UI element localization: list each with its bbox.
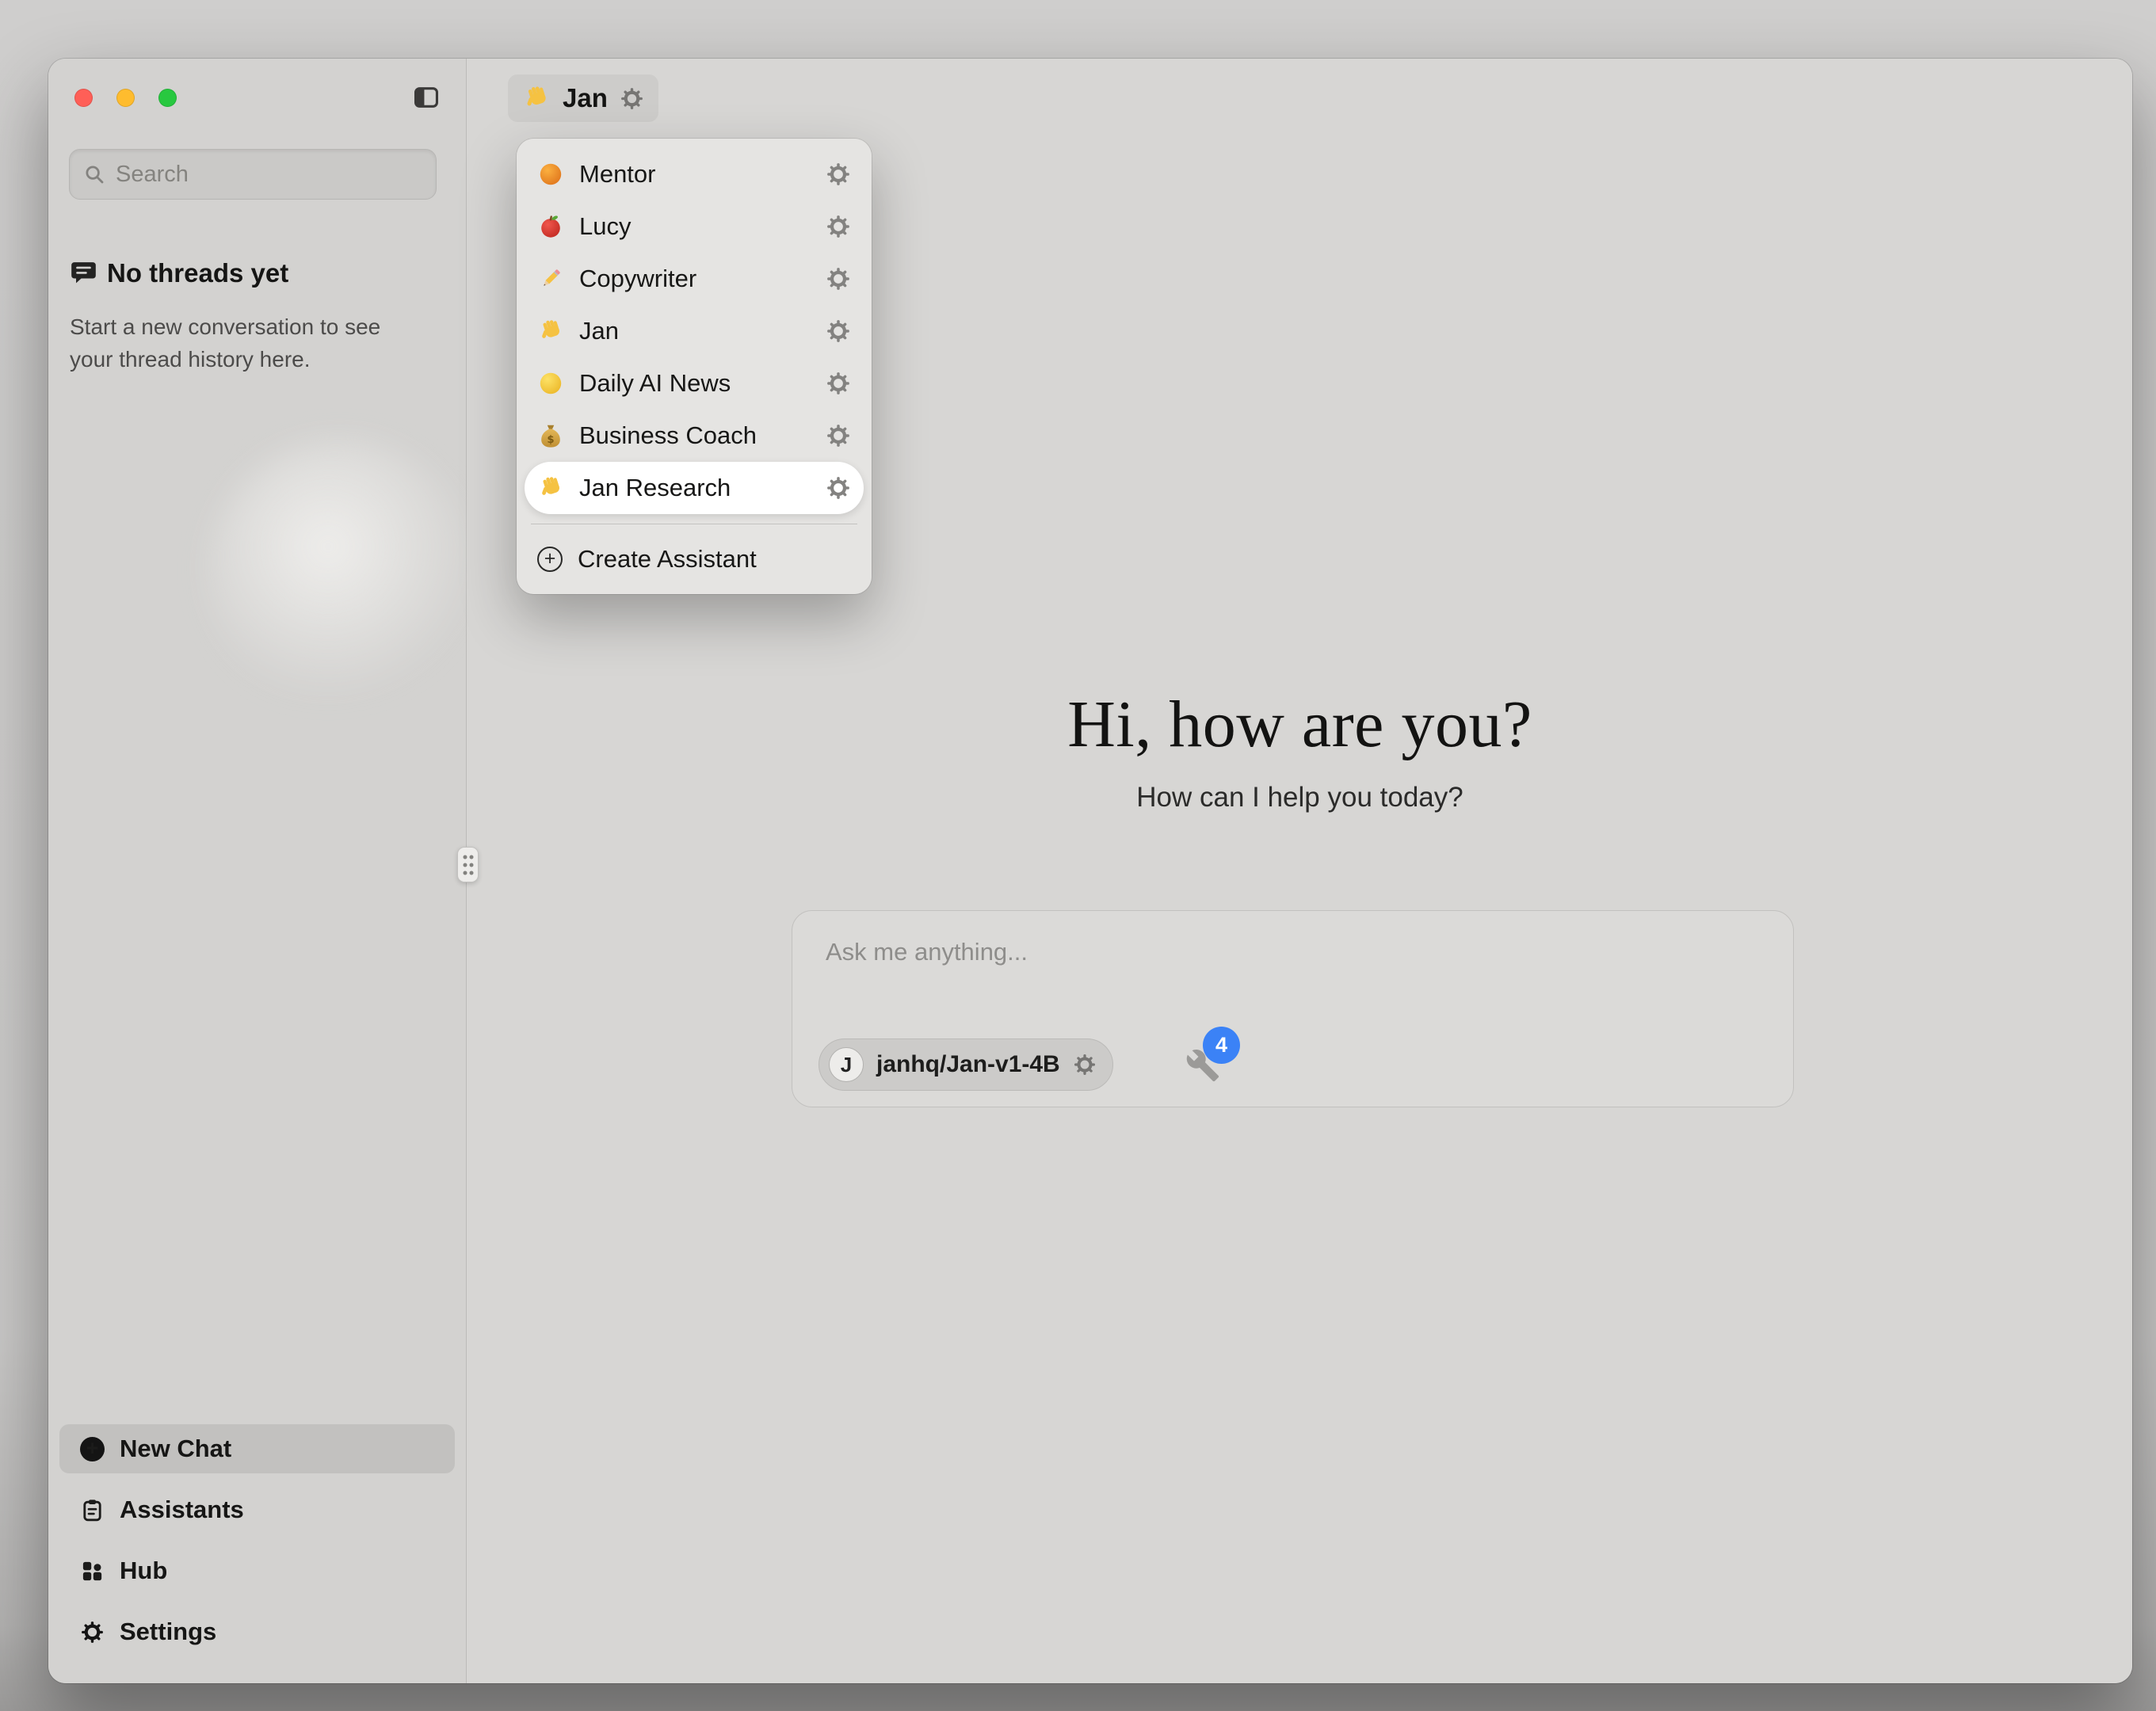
hub-grid-icon [80,1559,105,1583]
gear-icon[interactable] [826,266,851,292]
model-name: janhq/Jan-v1-4B [876,1051,1060,1078]
minimize-button[interactable] [116,89,135,107]
gear-icon[interactable] [826,423,851,448]
model-avatar: J [829,1047,864,1082]
chat-input[interactable] [792,911,1793,1014]
create-assistant-label: Create Assistant [578,545,757,574]
menu-item-mentor[interactable]: Mentor [525,148,864,200]
waving-hand-icon [537,318,564,345]
menu-item-business-coach[interactable]: Business Coach [525,410,864,462]
waving-hand-icon [537,474,564,501]
menu-item-label: Daily AI News [579,369,731,398]
greeting-subtitle: How can I help you today? [467,782,2132,814]
tools-count-badge: 4 [1203,1027,1240,1064]
chat-bubble-icon [70,258,97,286]
grip-dots-icon [462,853,475,877]
menu-item-label: Mentor [579,160,655,189]
gear-icon[interactable] [826,318,851,344]
menu-item-copywriter[interactable]: Copywriter [525,253,864,305]
menu-item-label: Business Coach [579,421,757,450]
plus-circle-icon [80,1437,105,1461]
gear-icon[interactable] [826,162,851,187]
greeting: Hi, how are you? How can I help you toda… [467,686,2132,814]
close-button[interactable] [74,89,93,107]
create-assistant-button[interactable]: Create Assistant [525,534,864,585]
sidebar-item-label: Hub [120,1557,167,1585]
sidebar-item-hub[interactable]: Hub [59,1546,455,1595]
window-controls [74,89,177,107]
assistant-switcher[interactable]: Jan [508,74,658,122]
sidebar: No threads yet Start a new conversation … [48,59,467,1683]
sidebar-item-label: Assistants [120,1496,244,1524]
orange-circle-icon [537,161,564,188]
menu-item-jan-research[interactable]: Jan Research [525,462,864,514]
main-area: Jan Mentor Lucy Copywriter [467,59,2132,1683]
app-window: No threads yet Start a new conversation … [48,59,2132,1683]
sidebar-item-settings[interactable]: Settings [59,1607,455,1656]
menu-item-label: Jan [579,317,619,345]
greeting-title: Hi, how are you? [467,686,2132,763]
sidebar-toggle-icon[interactable] [411,84,441,111]
zoom-button[interactable] [158,89,177,107]
gear-icon[interactable] [826,214,851,239]
clipboard-icon [80,1498,105,1522]
current-assistant-name: Jan [563,83,608,113]
model-selector[interactable]: J janhq/Jan-v1-4B [819,1038,1113,1091]
sidebar-background-blob [207,439,476,708]
red-apple-icon [537,213,564,240]
pencil-icon [537,265,564,292]
sidebar-nav: New Chat Assistants Hub Settings [59,1424,455,1656]
menu-item-lucy[interactable]: Lucy [525,200,864,253]
sidebar-item-label: Settings [120,1618,216,1646]
yellow-circle-icon [537,370,564,397]
menu-item-label: Jan Research [579,474,731,502]
model-settings-icon[interactable] [1073,1053,1097,1077]
menu-item-daily-ai-news[interactable]: Daily AI News [525,357,864,410]
search-field[interactable] [69,149,437,200]
money-bag-icon [537,422,564,449]
sidebar-item-label: New Chat [120,1435,231,1463]
assistant-menu: Mentor Lucy Copywriter Jan Daily AI News [517,139,872,594]
plus-circle-outline-icon [537,547,563,572]
sidebar-item-new-chat[interactable]: New Chat [59,1424,455,1473]
waving-hand-icon [522,84,551,112]
menu-item-label: Lucy [579,212,631,241]
chat-composer: J janhq/Jan-v1-4B 4 [792,910,1794,1107]
assistant-settings-icon[interactable] [620,86,644,111]
empty-state-description: Start a new conversation to see your thr… [70,311,418,375]
search-input[interactable] [116,162,423,188]
gear-icon[interactable] [826,475,851,501]
sidebar-item-assistants[interactable]: Assistants [59,1485,455,1534]
empty-state-title: No threads yet [107,258,288,288]
menu-item-jan[interactable]: Jan [525,305,864,357]
gear-icon[interactable] [826,371,851,396]
menu-item-label: Copywriter [579,265,696,293]
sidebar-resize-handle[interactable] [457,847,479,882]
search-icon [82,162,106,186]
gear-icon [80,1620,105,1644]
